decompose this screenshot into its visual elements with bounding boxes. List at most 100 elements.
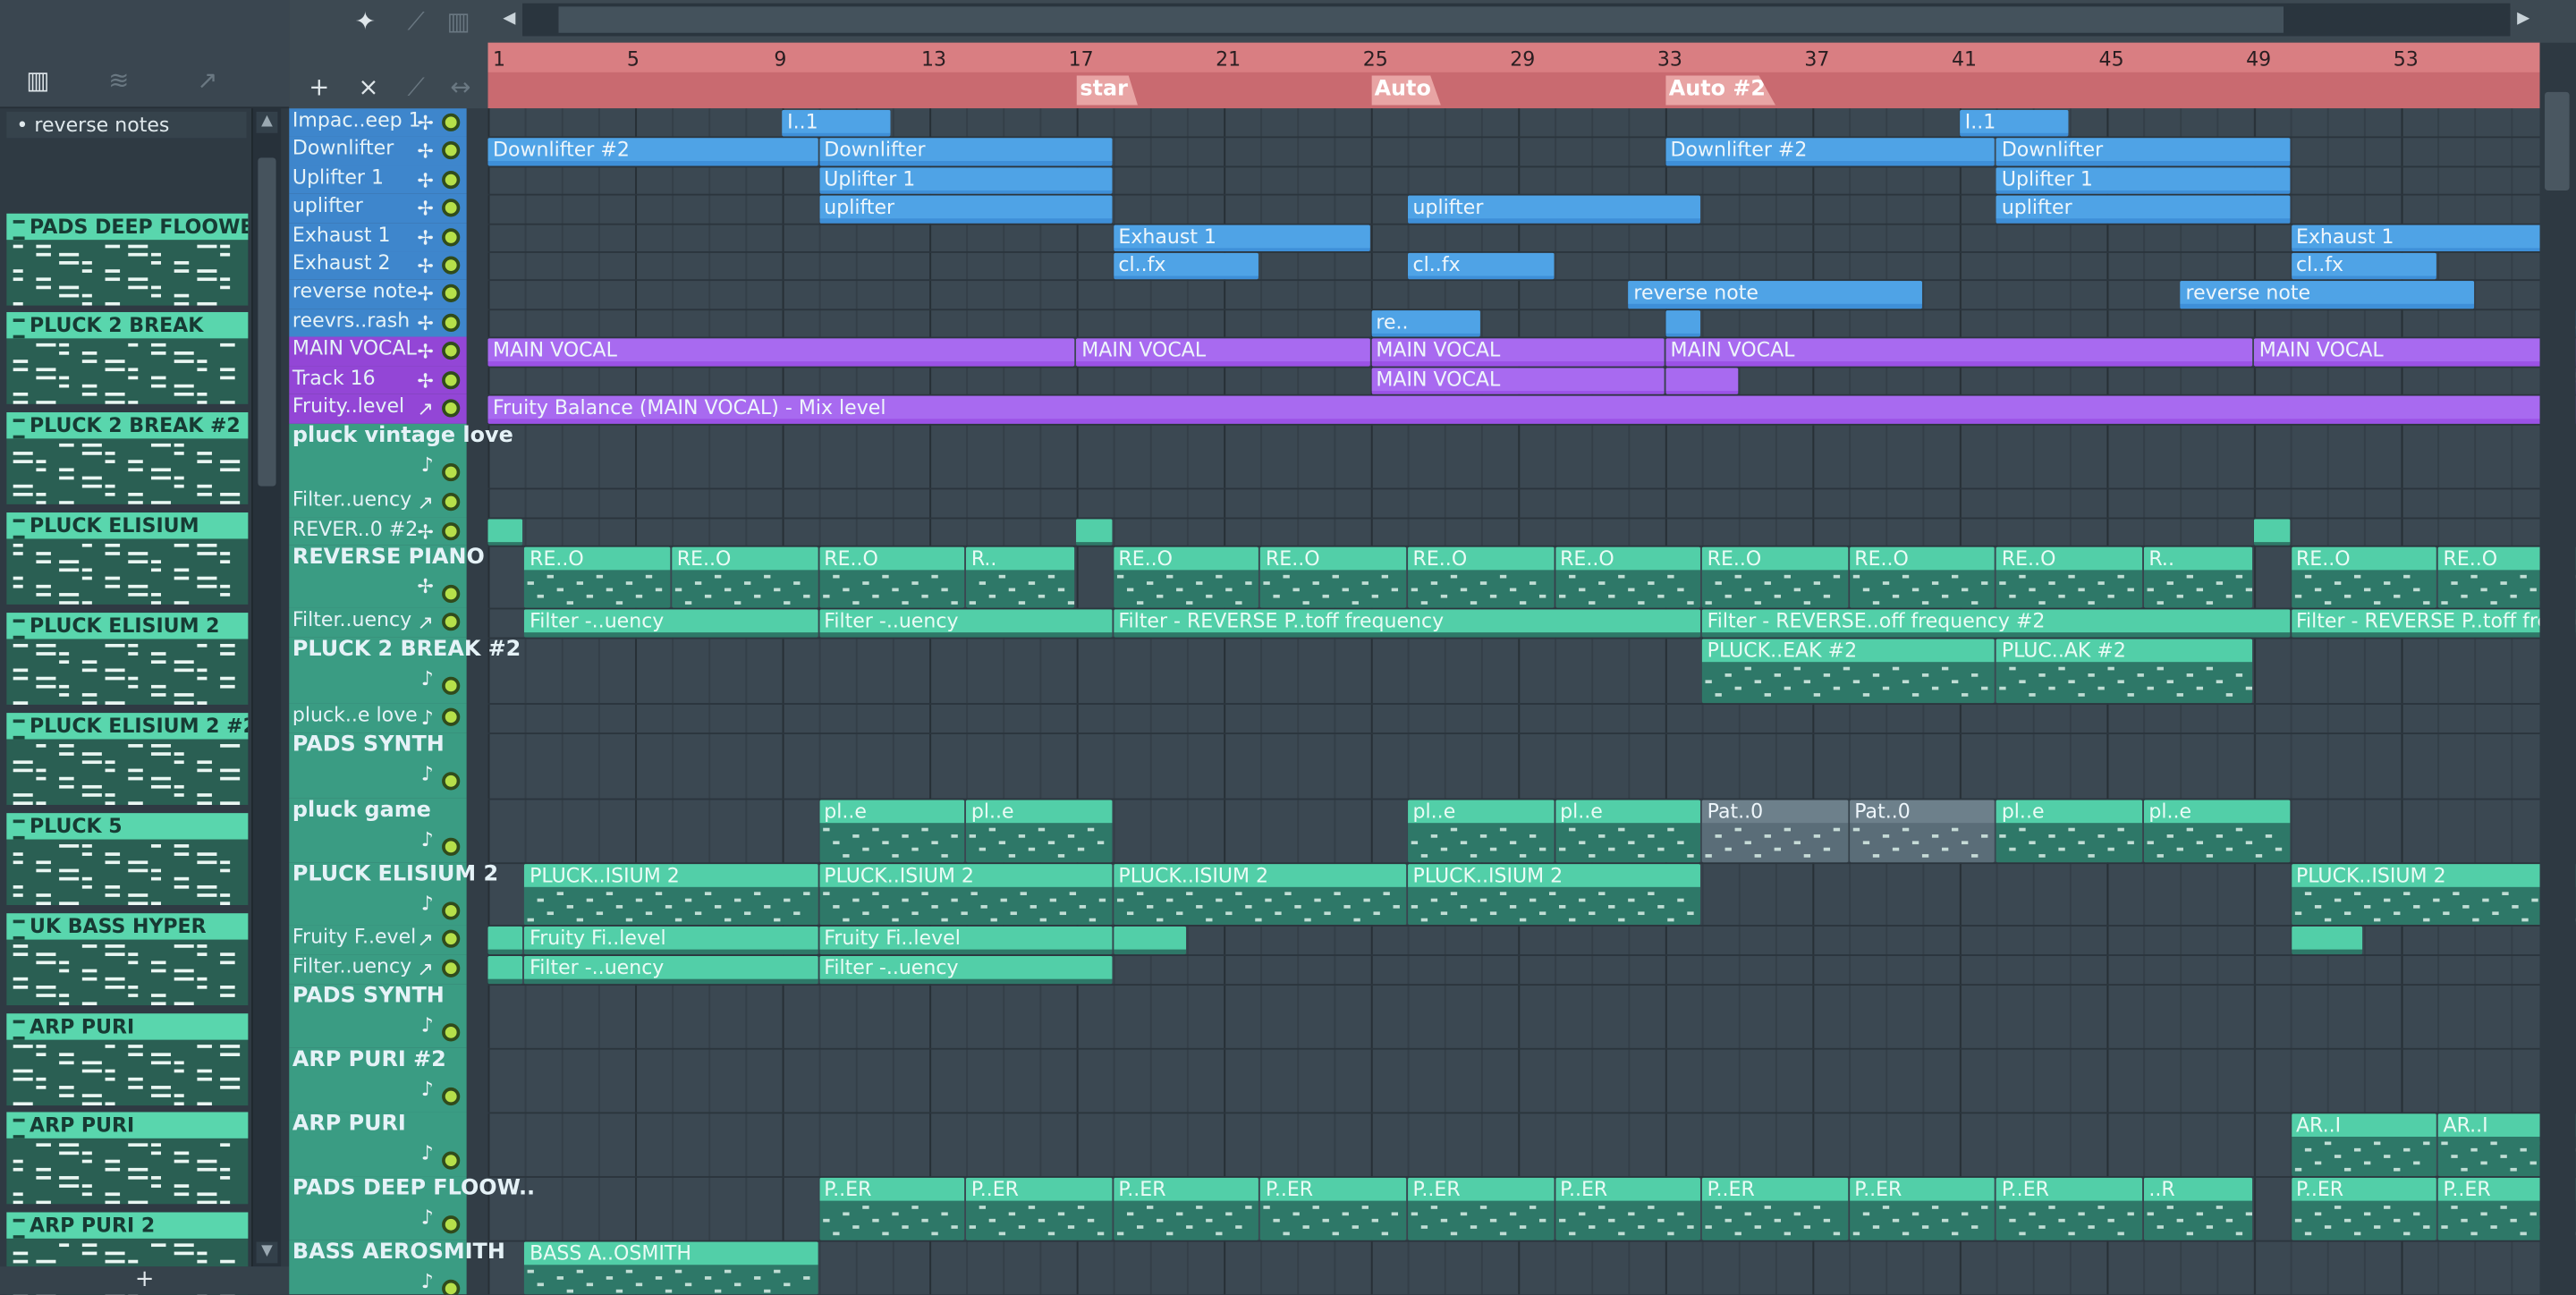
playlist-clip[interactable]: PLUCK..EAK #2: [1702, 639, 1996, 704]
snap-icon[interactable]: ✦: [355, 6, 376, 36]
track-mute-button[interactable]: [442, 837, 461, 856]
playlist-clip[interactable]: Downlifter #2: [487, 138, 818, 166]
playlist-clip[interactable]: RE..O: [1260, 546, 1407, 608]
scroll-thumb[interactable]: [258, 157, 276, 487]
playlist-clip[interactable]: Filter -..uency: [524, 609, 818, 638]
playlist-clip[interactable]: P..ER: [1849, 1177, 1996, 1240]
playlist-clip[interactable]: uplifter: [1996, 195, 2290, 224]
track-mute-button[interactable]: [442, 493, 461, 512]
playlist-clip[interactable]: Filter -..uency: [818, 609, 1113, 638]
playlist-clip[interactable]: Downlifter #2: [1665, 138, 1996, 166]
playlist-clip[interactable]: [2254, 519, 2290, 546]
timeline-marker[interactable]: star: [1076, 75, 1138, 106]
playlist-clip[interactable]: P..ER: [1260, 1177, 1407, 1240]
track-mute-button[interactable]: [442, 256, 461, 275]
track-mute-button[interactable]: [442, 1151, 461, 1170]
overview-left-arrow-icon[interactable]: ◀: [496, 6, 522, 32]
pattern-item[interactable]: PLUCK ELISIUM 2: [6, 613, 249, 705]
playlist-clip[interactable]: RE..O: [1113, 546, 1259, 608]
track-mute-button[interactable]: [442, 707, 461, 726]
playlist-clip[interactable]: MAIN VOCAL: [1076, 338, 1370, 367]
pattern-item[interactable]: ARP PURI: [6, 1013, 249, 1106]
track-header[interactable]: Exhaust 1 ✢: [289, 223, 467, 252]
playlist-clip[interactable]: MAIN VOCAL: [1370, 368, 1665, 394]
playlist-clip[interactable]: Downlifter: [1996, 138, 2290, 166]
track-header[interactable]: Fruity F..evel ↗: [289, 925, 467, 955]
track-header[interactable]: pluck vintage love ♪: [289, 423, 513, 488]
track-header[interactable]: Fruity..level ↗: [289, 394, 467, 424]
pattern-item[interactable]: PLUCK ELISIUM: [6, 512, 249, 605]
track-mute-button[interactable]: [442, 371, 461, 390]
playlist-clip[interactable]: RE..O: [1849, 546, 1996, 608]
playlist-clip[interactable]: Uplifter 1: [1996, 167, 2290, 194]
pattern-item[interactable]: PLUCK ELISIUM 2 #2: [6, 713, 249, 805]
playlist-vscroll[interactable]: [2539, 42, 2576, 1295]
playlist-clip[interactable]: P..ER: [818, 1177, 965, 1240]
pattern-item[interactable]: ARP PURI: [6, 1112, 249, 1205]
playlist-clip[interactable]: pl..e: [966, 800, 1113, 863]
pattern-item[interactable]: PLUCK 2 BREAK: [6, 311, 249, 404]
playlist-clip[interactable]: MAIN VOCAL: [487, 338, 1075, 367]
playlist-clip[interactable]: PLUCK..ISIUM 2: [1408, 864, 1701, 926]
playlist-clip[interactable]: MAIN VOCAL: [1370, 338, 1665, 367]
timeline-marker[interactable]: Auto: [1370, 75, 1441, 106]
track-mute-button[interactable]: [442, 199, 461, 217]
track-header[interactable]: MAIN VOCAL ✢: [289, 336, 467, 367]
track-header[interactable]: reevrs..rash ✢: [289, 309, 467, 337]
playlist-clip[interactable]: Filter - REVERSE P..toff frequency: [2291, 609, 2576, 638]
track-mute-button[interactable]: [442, 1023, 461, 1042]
playlist-clip[interactable]: P..ER: [1555, 1177, 1701, 1240]
track-header[interactable]: REVERSE PIANO ✢: [289, 545, 485, 608]
track-header[interactable]: Impac..eep 1 ✢: [289, 108, 467, 137]
playlist-clip[interactable]: BASS A..OSMITH: [524, 1241, 818, 1295]
audio-icon[interactable]: ≋: [108, 65, 129, 95]
playlist-clip[interactable]: I..1: [1960, 110, 2069, 137]
playlist-clip[interactable]: Fruity Fi..level: [818, 926, 1113, 955]
track-header[interactable]: Filter..uency ↗: [289, 954, 467, 985]
playlist-clip[interactable]: Filter - REVERSE..off frequency #2: [1702, 609, 2290, 638]
track-mute-button[interactable]: [442, 140, 461, 160]
playlist-clip[interactable]: cl..fx: [1408, 252, 1554, 280]
pattern-item[interactable]: PLUCK 5: [6, 813, 249, 906]
browser-item[interactable]: • reverse notes: [6, 111, 247, 139]
playlist-clip[interactable]: PLUCK..ISIUM 2: [818, 864, 1113, 926]
track-header[interactable]: pluck game ♪: [289, 798, 467, 863]
playlist-clip[interactable]: R..: [966, 546, 1075, 608]
track-header[interactable]: reverse note ✢: [289, 279, 467, 309]
playlist-clip[interactable]: pl..e: [1408, 800, 1554, 863]
overview-right-arrow-icon[interactable]: ▶: [2510, 6, 2536, 32]
playlist-clip[interactable]: PLUC..AK #2: [1996, 639, 2253, 704]
resize-icon[interactable]: ↔: [450, 72, 470, 102]
playlist-clip[interactable]: [2291, 926, 2363, 955]
add-pattern-button[interactable]: +: [0, 1266, 290, 1295]
track-mute-button[interactable]: [442, 772, 461, 791]
link-icon[interactable]: ⟋: [408, 72, 425, 102]
playlist-clip[interactable]: [1113, 926, 1186, 955]
track-mute-button[interactable]: [442, 1215, 461, 1234]
track-header[interactable]: ARP PURI #2 ♪: [289, 1047, 467, 1113]
playlist-clip[interactable]: Fruity Balance (MAIN VOCAL) - Mix level: [487, 395, 2576, 424]
pattern-item[interactable]: UK BASS HYPER: [6, 913, 249, 1006]
playlist-clip[interactable]: RE..O: [1996, 546, 2143, 608]
track-mute-button[interactable]: [442, 1279, 461, 1295]
pattern-list-scrollbar[interactable]: ▲ ▼: [251, 108, 282, 1267]
playlist-clip[interactable]: P..ER: [1996, 1177, 2143, 1240]
playlist-clip[interactable]: re..: [1370, 310, 1480, 337]
track-header[interactable]: pluck..e love ♪: [289, 703, 467, 733]
overview-window[interactable]: [558, 6, 2284, 33]
scroll-up-icon[interactable]: ▲: [256, 111, 278, 133]
picker-icon[interactable]: ▥: [26, 65, 49, 95]
automation-icon[interactable]: ↗: [197, 65, 217, 95]
playlist-clip[interactable]: RE..O: [1702, 546, 1848, 608]
playlist-clip[interactable]: [1665, 310, 1701, 337]
track-mute-button[interactable]: [442, 113, 461, 131]
track-mute-button[interactable]: [442, 584, 461, 604]
playlist-clip[interactable]: [487, 519, 523, 546]
playlist-clip[interactable]: AR..I: [2291, 1113, 2437, 1177]
playlist-clip[interactable]: cl..fx: [1113, 252, 1259, 280]
track-header[interactable]: uplifter ✢: [289, 193, 467, 224]
track-mute-button[interactable]: [442, 959, 461, 978]
track-header[interactable]: PADS DEEP FLOOW.. ♪: [289, 1176, 535, 1240]
scroll-down-icon[interactable]: ▼: [256, 1241, 278, 1264]
track-header[interactable]: PADS SYNTH ♪: [289, 732, 467, 799]
